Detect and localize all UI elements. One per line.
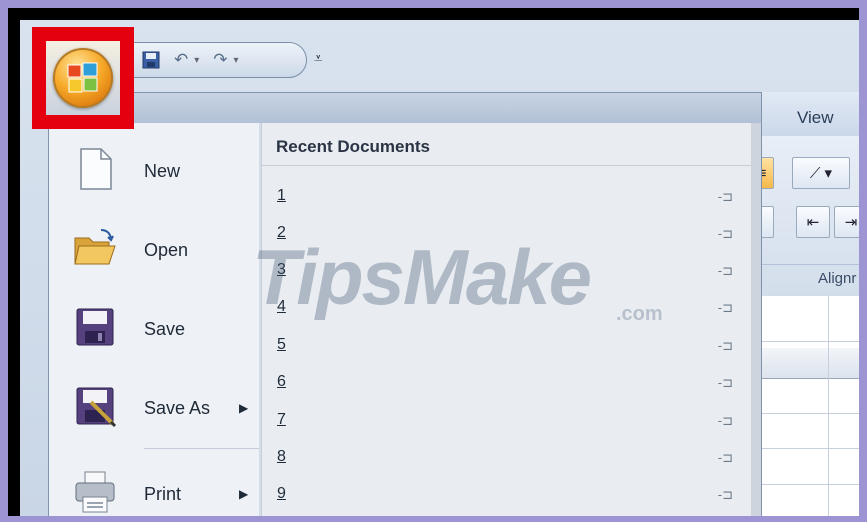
menu-item-label: New: [144, 160, 181, 181]
open-folder-icon: [73, 226, 117, 270]
recent-document-item[interactable]: 1 -⊐: [262, 179, 751, 216]
recent-documents-title: Recent Documents: [276, 137, 430, 156]
office-button[interactable]: [46, 41, 120, 115]
increase-indent-button[interactable]: ⇥: [834, 206, 859, 238]
menu-item-label: Save As: [144, 397, 211, 418]
pin-icon[interactable]: -⊐: [718, 487, 733, 503]
orientation-button[interactable]: ⟋ ▾: [792, 157, 850, 189]
ribbon-divider: [750, 264, 859, 265]
recent-document-number: 3: [277, 261, 286, 278]
decrease-indent-button[interactable]: ⇤: [796, 206, 830, 238]
recent-document-item[interactable]: 9 -⊐: [262, 477, 751, 514]
menu-item-save-as[interactable]: Save As ▶: [49, 374, 259, 442]
tab-view[interactable]: View: [797, 108, 834, 128]
recent-document-number: 4: [277, 298, 286, 315]
undo-icon[interactable]: ↶: [174, 50, 188, 70]
screenshot-frame: ↶ ▾ ↷ ▾ ⩡ View ≡ ⟋ ▾ ▌ ⇤ ⇥ Alignr: [8, 8, 859, 516]
save-as-icon: [73, 384, 117, 428]
menu-item-new[interactable]: New: [49, 137, 259, 205]
recent-document-item[interactable]: 8 -⊐: [262, 440, 751, 477]
menu-item-save[interactable]: Save: [49, 295, 259, 363]
recent-document-number: 7: [277, 411, 286, 428]
pin-icon[interactable]: -⊐: [718, 375, 733, 391]
recent-document-item[interactable]: 5 -⊐: [262, 328, 751, 365]
pin-icon[interactable]: -⊐: [718, 263, 733, 279]
alignment-group-label: Alignr: [818, 270, 857, 287]
save-icon: [73, 305, 117, 349]
recent-document-item[interactable]: 2 -⊐: [262, 216, 751, 253]
spreadsheet-grid[interactable]: [750, 296, 859, 516]
menu-item-label: Open: [144, 239, 189, 260]
submenu-arrow-icon: ▶: [239, 487, 249, 501]
menu-item-label: Save: [144, 318, 186, 339]
recent-document-number: 1: [277, 187, 286, 204]
office-window: ↶ ▾ ↷ ▾ ⩡ View ≡ ⟋ ▾ ▌ ⇤ ⇥ Alignr: [20, 20, 859, 516]
office-button-highlight: [32, 27, 134, 129]
menu-item-open[interactable]: Open: [49, 216, 259, 284]
menu-header-strip: [49, 93, 761, 123]
recent-document-number: 8: [277, 448, 286, 465]
ribbon-tab-bar: View: [750, 92, 859, 137]
ribbon-body: ≡ ⟋ ▾ ▌ ⇤ ⇥ Alignr: [750, 136, 859, 296]
recent-documents-divider: [262, 165, 751, 166]
recent-documents-panel: Recent Documents 1 -⊐ 2 -⊐ 3 -⊐ 4 -⊐ 5 -…: [261, 123, 751, 516]
new-document-icon: [73, 147, 117, 191]
recent-document-number: 6: [277, 373, 286, 390]
printer-icon: [73, 470, 117, 514]
quick-access-toolbar: ↶ ▾ ↷ ▾: [127, 42, 307, 78]
menu-separator: [144, 448, 259, 449]
recent-document-item[interactable]: 3 -⊐: [262, 253, 751, 290]
recent-document-number: 9: [277, 485, 286, 502]
customize-qat-icon[interactable]: ⩡: [314, 50, 322, 67]
menu-item-label: Print: [144, 483, 182, 504]
pin-icon[interactable]: -⊐: [718, 189, 733, 205]
submenu-arrow-icon: ▶: [239, 401, 249, 415]
recent-document-item[interactable]: 7 -⊐: [262, 403, 751, 440]
recent-document-item[interactable]: 4 -⊐: [262, 290, 751, 327]
pin-icon[interactable]: -⊐: [718, 338, 733, 354]
menu-commands: New Open Save Save As ▶ Print ▶: [49, 123, 259, 516]
redo-icon[interactable]: ↷: [213, 50, 227, 70]
menu-edge: [751, 123, 761, 516]
save-icon[interactable]: [142, 51, 160, 69]
pin-icon[interactable]: -⊐: [718, 450, 733, 466]
recent-document-number: 5: [277, 336, 286, 353]
office-logo-icon: [53, 48, 113, 108]
menu-item-print[interactable]: Print ▶: [49, 460, 259, 516]
pin-icon[interactable]: -⊐: [718, 413, 733, 429]
redo-dropdown-icon[interactable]: ▾: [234, 55, 239, 66]
pin-icon[interactable]: -⊐: [718, 226, 733, 242]
recent-document-item[interactable]: 6 -⊐: [262, 365, 751, 402]
undo-dropdown-icon[interactable]: ▾: [194, 55, 199, 66]
watermark-suffix: .com: [616, 303, 663, 325]
pin-icon[interactable]: -⊐: [718, 300, 733, 316]
column-header-row: [750, 348, 859, 379]
recent-document-number: 2: [277, 224, 286, 241]
